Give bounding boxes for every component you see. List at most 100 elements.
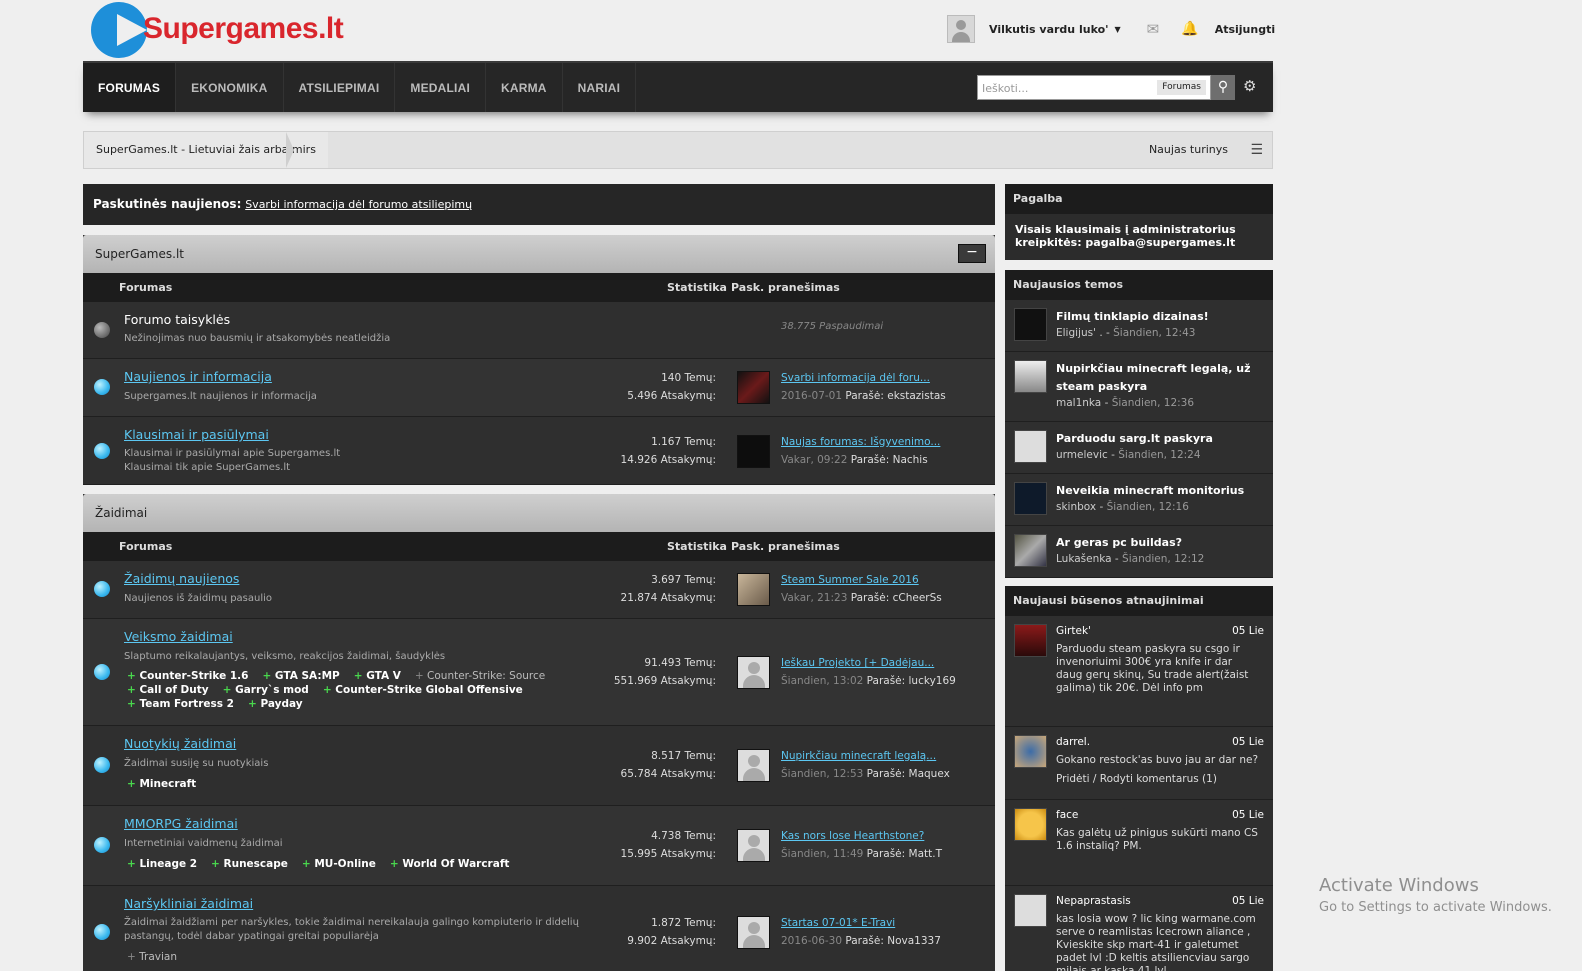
last-post-topic[interactable]: Kas nors lose Hearthstone? <box>781 830 924 842</box>
status-author[interactable]: Girtek' <box>1056 625 1091 637</box>
forum-title[interactable]: Forumo taisyklės <box>124 312 230 327</box>
new-topic-title[interactable]: Nupirkčiau minecraft legalą, už steam pa… <box>1056 360 1261 396</box>
forum-title[interactable]: Nuotykių žaidimai <box>124 736 236 751</box>
forum-title[interactable]: Naršykliniai žaidimai <box>124 896 253 911</box>
user-name[interactable]: Vilkutis vardu luko' <box>989 23 1109 36</box>
last-post-user[interactable]: Nova1337 <box>887 935 941 947</box>
forum-title[interactable]: Naujienos ir informacija <box>124 369 272 384</box>
last-poster-avatar[interactable] <box>737 371 770 404</box>
status-avatar[interactable] <box>1014 808 1047 841</box>
search-input[interactable] <box>980 76 1154 101</box>
last-post-user[interactable]: Matt.T <box>909 848 942 860</box>
forum-desc: Nežinojimas nuo bausmių ir atsakomybės n… <box>124 333 391 344</box>
subforum-list: Minecraft <box>127 777 210 791</box>
collapse-button[interactable]: − <box>958 244 986 263</box>
last-post: Startas 07-01* E-Travi 2016-06-30 Parašė… <box>781 914 941 950</box>
tab-nariai[interactable]: NARIAI <box>563 63 637 112</box>
subforum-link[interactable]: Counter-Strike: Source <box>415 670 545 682</box>
forum-title[interactable]: Žaidimų naujienos <box>124 571 239 586</box>
subforum-link[interactable]: Payday <box>248 698 303 710</box>
last-poster-avatar[interactable] <box>737 916 770 949</box>
search-button[interactable]: ⚲ <box>1211 75 1235 100</box>
last-post-user[interactable]: Nachis <box>893 454 928 466</box>
last-post-user[interactable]: cCheerSs <box>893 592 942 604</box>
subforum-link[interactable]: Counter-Strike Global Offensive <box>323 684 523 696</box>
last-post-topic[interactable]: Naujas forumas: Išgyvenimo... <box>781 436 940 448</box>
last-poster-avatar[interactable] <box>737 829 770 862</box>
tab-medaliai[interactable]: MEDALIAI <box>395 63 486 112</box>
tab-forumas[interactable]: FORUMAS <box>83 63 177 112</box>
category-header: SuperGames.lt − <box>83 235 995 273</box>
last-post-user[interactable]: Maquex <box>909 768 950 780</box>
status-item: Nepaprastasis 05 Lie kas losia wow ? lic… <box>1005 886 1273 971</box>
new-topic-title[interactable]: Filmų tinklapio dizainas! <box>1056 308 1261 326</box>
site-logo[interactable]: Supergames.lt <box>91 2 351 58</box>
tab-karma[interactable]: KARMA <box>486 63 563 112</box>
new-topic-title[interactable]: Parduodu sarg.lt paskyra <box>1056 430 1261 448</box>
column-header: Forumas Statistika Pask. pranešimas <box>83 532 995 561</box>
announcement-link[interactable]: Svarbi informacija dėl forumo atsiliepim… <box>245 198 472 211</box>
status-author[interactable]: Nepaprastasis <box>1056 895 1131 907</box>
subforum-link[interactable]: Call of Duty <box>127 684 209 696</box>
subforum-link[interactable]: Travian <box>127 951 177 963</box>
tab-ekonomika[interactable]: EKONOMIKA <box>176 63 284 112</box>
tab-atsiliepimai[interactable]: ATSILIEPIMAI <box>284 63 396 112</box>
new-content-link[interactable]: Naujas turinys <box>1149 132 1228 168</box>
status-avatar[interactable] <box>1014 624 1047 657</box>
search-scope-select[interactable]: Forumas <box>1157 80 1206 95</box>
last-poster-avatar[interactable] <box>737 749 770 782</box>
last-post-topic[interactable]: Startas 07-01* E-Travi <box>781 917 895 929</box>
logout-link[interactable]: Atsijungti <box>1215 23 1275 36</box>
subforum-link[interactable]: GTA SA:MP <box>262 670 339 682</box>
new-topic-title[interactable]: Neveikia minecraft monitorius <box>1056 482 1261 500</box>
last-post-topic[interactable]: Ieškau Projekto [+ Dadėjau... <box>781 657 934 669</box>
topic-author[interactable]: Eligijus' . <box>1056 327 1103 339</box>
last-post-label: Parašė: <box>845 390 884 402</box>
new-topic-item[interactable]: Filmų tinklapio dizainas! Eligijus' . - … <box>1005 300 1273 352</box>
status-author[interactable]: face <box>1056 809 1078 821</box>
forum-desc: Supergames.lt naujienos ir informacija <box>124 391 317 402</box>
new-topic-meta: mal1nka - Šiandien, 12:36 <box>1056 397 1195 409</box>
subforum-link[interactable]: Lineage 2 <box>127 858 197 870</box>
new-topic-item[interactable]: Neveikia minecraft monitorius skinbox - … <box>1005 474 1273 526</box>
topic-time: Šiandien, 12:12 <box>1122 553 1205 565</box>
status-avatar[interactable] <box>1014 894 1047 927</box>
last-poster-avatar[interactable] <box>737 435 770 468</box>
last-poster-avatar[interactable] <box>737 656 770 689</box>
last-post-date: Vakar, 21:23 <box>781 592 848 604</box>
bell-icon[interactable]: 🔔 <box>1181 21 1198 37</box>
last-post-topic[interactable]: Nupirkčiau minecraft legalą... <box>781 750 936 762</box>
topic-author[interactable]: Lukašenka <box>1056 553 1112 565</box>
status-author[interactable]: darrel. <box>1056 736 1090 748</box>
topic-author[interactable]: mal1nka <box>1056 397 1101 409</box>
subforum-link[interactable]: GTA V <box>354 670 401 682</box>
subforum-link[interactable]: Counter-Strike 1.6 <box>127 670 248 682</box>
new-topic-item[interactable]: Ar geras pc buildas? Lukašenka - Šiandie… <box>1005 526 1273 578</box>
new-topic-item[interactable]: Parduodu sarg.lt paskyra urmelevic - Šia… <box>1005 422 1273 474</box>
last-post-topic[interactable]: Svarbi informacija dėl foru... <box>781 372 930 384</box>
subforum-link[interactable]: World Of Warcraft <box>390 858 510 870</box>
subforum-link[interactable]: Runescape <box>211 858 288 870</box>
user-avatar[interactable] <box>947 15 975 43</box>
mail-icon[interactable]: ✉ <box>1147 20 1160 38</box>
status-avatar[interactable] <box>1014 735 1047 768</box>
last-post-user[interactable]: ekstazistas <box>887 390 945 402</box>
topic-author[interactable]: urmelevic <box>1056 449 1108 461</box>
last-post-user[interactable]: lucky169 <box>909 675 956 687</box>
forum-title[interactable]: Klausimai ir pasiūlymai <box>124 427 269 442</box>
new-topic-item[interactable]: Nupirkčiau minecraft legalą, už steam pa… <box>1005 352 1273 422</box>
subforum-link[interactable]: Team Fortress 2 <box>127 698 234 710</box>
last-poster-avatar[interactable] <box>737 573 770 606</box>
status-comments-link[interactable]: Pridėti / Rodyti komentarus (1) <box>1056 773 1261 786</box>
gear-icon[interactable]: ⚙ <box>1243 77 1256 95</box>
forum-title[interactable]: MMORPG žaidimai <box>124 816 238 831</box>
subforum-link[interactable]: Garry`s mod <box>223 684 309 696</box>
subforum-link[interactable]: MU-Online <box>302 858 376 870</box>
subforum-link[interactable]: Minecraft <box>127 778 196 790</box>
topic-author[interactable]: skinbox <box>1056 501 1096 513</box>
forum-title[interactable]: Veiksmo žaidimai <box>124 629 233 644</box>
list-icon[interactable]: ☰ <box>1250 132 1263 168</box>
new-topic-title[interactable]: Ar geras pc buildas? <box>1056 534 1261 552</box>
last-post-topic[interactable]: Steam Summer Sale 2016 <box>781 574 919 586</box>
chevron-down-icon[interactable]: ▼ <box>1115 25 1121 34</box>
